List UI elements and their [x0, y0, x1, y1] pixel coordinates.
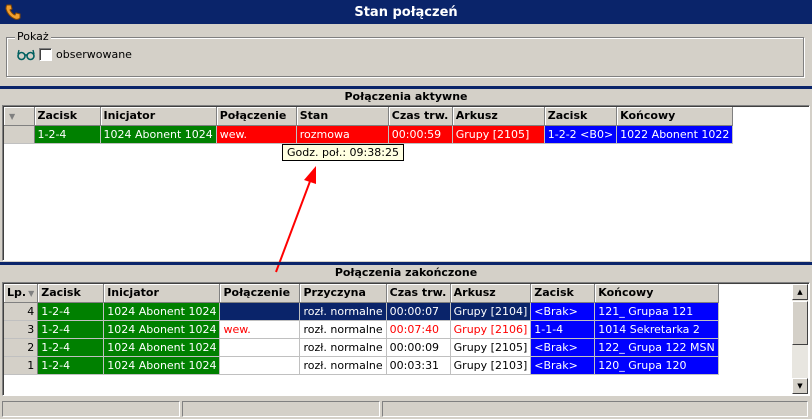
finished-title: Połączenia zakończone	[334, 266, 478, 279]
window-title: Stan połączeń	[354, 4, 458, 20]
active-grid[interactable]: ▼ Zacisk Inicjator Połączenie Stan Czas …	[2, 105, 810, 261]
finished-col-zacisk[interactable]: Zacisk	[37, 284, 105, 303]
active-col-zacisk2[interactable]: Zacisk	[544, 107, 618, 126]
active-col-arkusz[interactable]: Arkusz	[452, 107, 545, 126]
cell-czas: 00:07:40	[386, 320, 451, 339]
observed-label[interactable]: obserwowane	[56, 48, 132, 61]
cell-inicjator: 1024 Abonent 1024	[103, 302, 221, 321]
cell-przyczyna: rozł. normalne	[299, 356, 387, 375]
cell-zacisk2: 1-1-4	[530, 320, 596, 339]
cell-inicjator: 1024 Abonent 1024	[103, 356, 221, 375]
cell-czas: 00:00:59	[388, 125, 453, 144]
cell-koncowy: 1014 Sekretarka 2	[594, 320, 719, 339]
cell-polaczenie	[219, 302, 301, 321]
table-row[interactable]: 4 1-2-4 1024 Abonent 1024 rozł. normalne…	[4, 302, 719, 321]
finished-section-header: Połączenia zakończone	[0, 262, 812, 280]
cell-inicjator: 1024 Abonent 1024	[103, 320, 221, 339]
phone-icon	[5, 4, 21, 20]
active-header-row: ▼ Zacisk Inicjator Połączenie Stan Czas …	[4, 107, 734, 126]
cell-arkusz: Grupy [2105]	[450, 338, 532, 357]
finished-col-lp[interactable]: Lp. ▼	[4, 284, 39, 303]
active-col-zacisk[interactable]: Zacisk	[34, 107, 101, 126]
cell-polaczenie	[219, 338, 301, 357]
active-col-czas[interactable]: Czas trw.	[388, 107, 453, 126]
table-row[interactable]: 1-2-4 1024 Abonent 1024 wew. rozmowa 00:…	[4, 125, 734, 144]
finished-table: Lp. ▼ Zacisk Inicjator Połączenie Przyczy…	[4, 284, 719, 375]
scroll-up-button[interactable]: ▲	[792, 284, 808, 300]
table-row[interactable]: 1 1-2-4 1024 Abonent 1024 rozł. normalne…	[4, 356, 719, 375]
title-bar: Stan połączeń	[0, 0, 812, 24]
cell-zacisk2: <Brak>	[530, 302, 596, 321]
finished-col-polaczenie[interactable]: Połączenie	[219, 284, 301, 303]
status-panel-2	[182, 401, 380, 417]
cell-inicjator: 1024 Abonent 1024	[103, 338, 221, 357]
status-panel-1	[2, 401, 180, 417]
finished-col-czas[interactable]: Czas trw.	[386, 284, 451, 303]
table-row[interactable]: 2 1-2-4 1024 Abonent 1024 rozł. normalne…	[4, 338, 719, 357]
filter-group: Pokaż obserwowane	[6, 30, 804, 77]
cell-inicjator: 1024 Abonent 1024	[100, 125, 217, 144]
cell-przyczyna: rozł. normalne	[299, 302, 387, 321]
finished-col-arkusz[interactable]: Arkusz	[450, 284, 532, 303]
cell-koncowy: 121_ Grupaa 121	[594, 302, 719, 321]
active-col-indicator[interactable]: ▼	[4, 107, 35, 126]
status-panel-3	[382, 401, 808, 417]
cell-arkusz: Grupy [2105]	[452, 125, 545, 144]
cell-polaczenie: wew.	[216, 125, 297, 144]
glasses-icon	[17, 49, 35, 60]
cell-polaczenie: wew.	[219, 320, 301, 339]
cell-koncowy: 122_ Grupa 122 MSN	[594, 338, 719, 357]
cell-koncowy: 1022 Abonent 1022	[616, 125, 734, 144]
finished-vertical-scrollbar[interactable]: ▲ ▼	[792, 284, 808, 394]
finished-col-koncowy[interactable]: Końcowy	[594, 284, 719, 303]
finished-header-row: Lp. ▼ Zacisk Inicjator Połączenie Przyczy…	[4, 284, 719, 303]
cell-przyczyna: rozł. normalne	[299, 320, 387, 339]
active-col-stan[interactable]: Stan	[296, 107, 389, 126]
table-row[interactable]: 3 1-2-4 1024 Abonent 1024 wew. rozł. nor…	[4, 320, 719, 339]
active-section-header: Połączenia aktywne	[0, 86, 812, 104]
active-title: Połączenia aktywne	[344, 90, 468, 103]
cell-zacisk: 1-2-4	[37, 338, 105, 357]
row-indicator	[4, 125, 35, 144]
cell-zacisk: 1-2-4	[34, 125, 101, 144]
cell-czas: 00:03:31	[386, 356, 451, 375]
finished-col-przyczyna[interactable]: Przyczyna	[299, 284, 387, 303]
cell-zacisk: 1-2-4	[37, 356, 105, 375]
cell-arkusz: Grupy [2103]	[450, 356, 532, 375]
cell-polaczenie	[219, 356, 301, 375]
red-arrow-annotation	[275, 166, 316, 273]
active-col-koncowy[interactable]: Końcowy	[616, 107, 734, 126]
observed-checkbox[interactable]	[39, 48, 52, 61]
cell-koncowy: 120_ Grupa 120	[594, 356, 719, 375]
cell-lp: 4	[4, 302, 39, 321]
active-col-inicjator[interactable]: Inicjator	[100, 107, 217, 126]
cell-zacisk: 1-2-4	[37, 302, 105, 321]
finished-col-zacisk2[interactable]: Zacisk	[530, 284, 596, 303]
finished-grid[interactable]: Lp. ▼ Zacisk Inicjator Połączenie Przyczy…	[2, 282, 810, 396]
finished-col-inicjator[interactable]: Inicjator	[103, 284, 221, 303]
cell-lp: 2	[4, 338, 39, 357]
scroll-down-button[interactable]: ▼	[792, 378, 808, 394]
scroll-thumb[interactable]	[792, 301, 808, 345]
cell-czas: 00:00:09	[386, 338, 451, 357]
cell-zacisk2: <Brak>	[530, 356, 596, 375]
status-bar	[0, 399, 812, 419]
cell-lp: 3	[4, 320, 39, 339]
filter-group-label: Pokaż	[15, 30, 51, 43]
cell-przyczyna: rozł. normalne	[299, 338, 387, 357]
cell-stan: rozmowa	[296, 125, 389, 144]
cell-czas: 00:00:07	[386, 302, 451, 321]
active-col-polaczenie[interactable]: Połączenie	[216, 107, 297, 126]
cell-lp: 1	[4, 356, 39, 375]
cell-zacisk2: <Brak>	[530, 338, 596, 357]
active-table: ▼ Zacisk Inicjator Połączenie Stan Czas …	[4, 107, 734, 144]
connection-time-tooltip: Godz. poł.: 09:38:25	[282, 144, 404, 161]
cell-arkusz: Grupy [2106]	[450, 320, 532, 339]
cell-zacisk2: 1-2-2 <B0>	[544, 125, 618, 144]
cell-arkusz: Grupy [2104]	[450, 302, 532, 321]
cell-zacisk: 1-2-4	[37, 320, 105, 339]
